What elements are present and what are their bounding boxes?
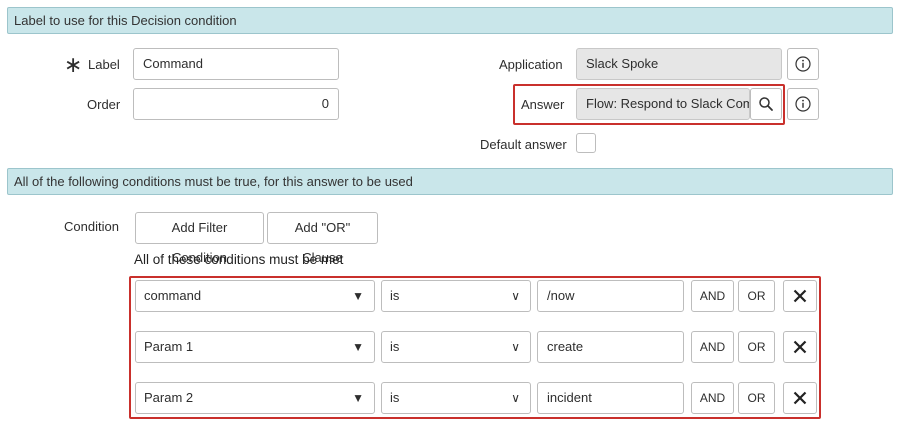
condition-or-button[interactable]: OR xyxy=(738,280,775,312)
label-field-label: Label xyxy=(88,57,120,72)
info-icon xyxy=(795,56,811,72)
close-icon xyxy=(793,289,807,303)
conditions-met-text: All of these conditions must be met xyxy=(134,252,344,267)
condition-delete-button[interactable] xyxy=(783,331,817,363)
close-icon xyxy=(793,340,807,354)
condition-operator-value: is xyxy=(390,288,400,303)
condition-or-button[interactable]: OR xyxy=(738,382,775,414)
add-or-clause-button[interactable]: Add "OR" Clause xyxy=(267,212,378,265)
condition-label: Condition xyxy=(64,219,119,234)
label-input[interactable]: Command xyxy=(133,48,339,80)
application-field-label: Application xyxy=(499,57,563,72)
condition-value-input[interactable]: /now xyxy=(537,280,684,312)
application-info-button[interactable] xyxy=(787,48,819,80)
add-filter-condition-button[interactable]: Add Filter Condition xyxy=(135,212,264,265)
section-header-label: Label to use for this Decision condition xyxy=(7,7,893,34)
order-input[interactable]: 0 xyxy=(133,88,339,120)
condition-operator-select[interactable]: is ∨ xyxy=(381,382,531,414)
answer-field-label: Answer xyxy=(521,97,565,112)
info-icon xyxy=(795,96,811,112)
dropdown-arrow-icon: ▼ xyxy=(352,340,364,354)
default-answer-label: Default answer xyxy=(480,137,567,152)
condition-field-select[interactable]: Param 1 ▼ xyxy=(135,331,375,363)
default-answer-checkbox[interactable] xyxy=(576,133,596,153)
dropdown-arrow-icon: ▼ xyxy=(352,289,364,303)
condition-operator-select[interactable]: is ∨ xyxy=(381,280,531,312)
section-header-title: Label to use for this Decision condition xyxy=(14,13,237,28)
answer-lookup-button[interactable] xyxy=(750,88,782,120)
condition-operator-select[interactable]: is ∨ xyxy=(381,331,531,363)
condition-value-input[interactable]: incident xyxy=(537,382,684,414)
condition-delete-button[interactable] xyxy=(783,280,817,312)
condition-operator-value: is xyxy=(390,390,400,405)
condition-and-button[interactable]: AND xyxy=(691,331,734,363)
application-readonly-field: Slack Spoke xyxy=(576,48,782,80)
condition-or-button[interactable]: OR xyxy=(738,331,775,363)
required-asterisk: ∗ xyxy=(64,52,83,77)
condition-value-input[interactable]: create xyxy=(537,331,684,363)
section-header-title: All of the following conditions must be … xyxy=(14,174,413,189)
section-header-conditions: All of the following conditions must be … xyxy=(7,168,893,195)
condition-field-value: command xyxy=(144,288,202,303)
condition-and-button[interactable]: AND xyxy=(691,280,734,312)
close-icon xyxy=(793,391,807,405)
condition-field-select[interactable]: Param 2 ▼ xyxy=(135,382,375,414)
chevron-down-icon: ∨ xyxy=(511,289,520,303)
answer-info-button[interactable] xyxy=(787,88,819,120)
condition-delete-button[interactable] xyxy=(783,382,817,414)
chevron-down-icon: ∨ xyxy=(511,340,520,354)
condition-and-button[interactable]: AND xyxy=(691,382,734,414)
condition-field-value: Param 2 xyxy=(144,390,194,405)
answer-reference-field[interactable]: Flow: Respond to Slack Com xyxy=(576,88,750,120)
order-field-label: Order xyxy=(87,97,121,112)
condition-field-value: Param 1 xyxy=(144,339,194,354)
condition-field-select[interactable]: command ▼ xyxy=(135,280,375,312)
chevron-down-icon: ∨ xyxy=(511,391,520,405)
dropdown-arrow-icon: ▼ xyxy=(352,391,364,405)
condition-operator-value: is xyxy=(390,339,400,354)
search-icon xyxy=(759,97,773,111)
